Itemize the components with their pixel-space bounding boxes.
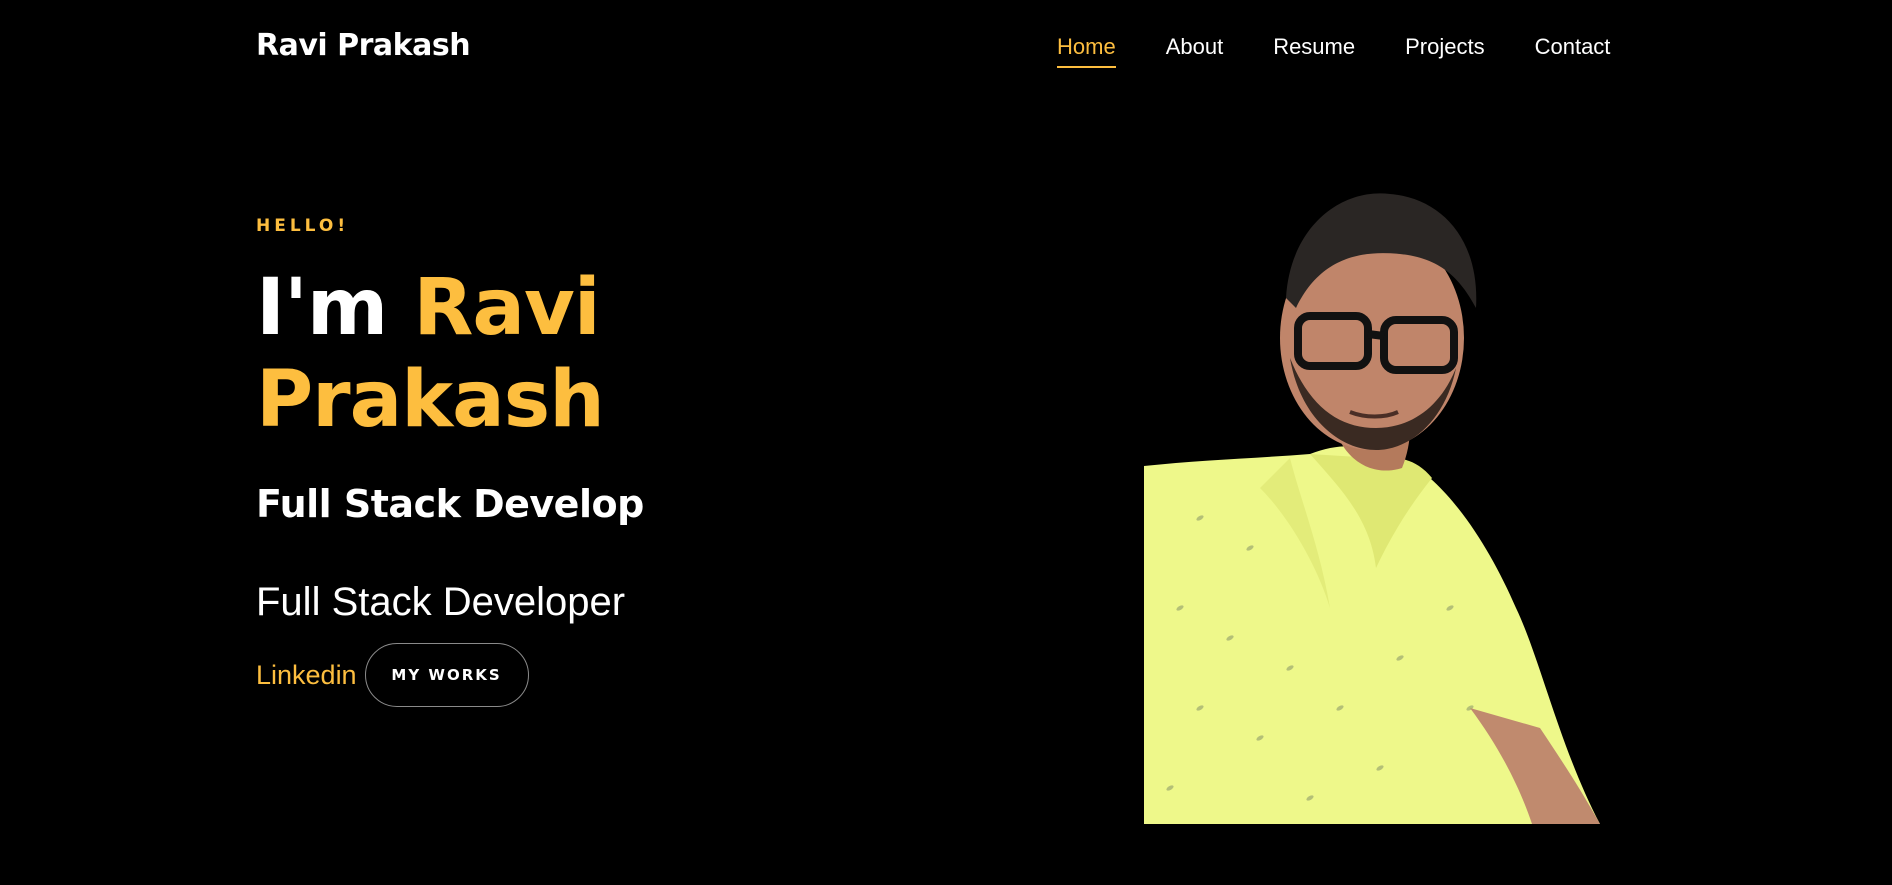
nav-about[interactable]: About — [1166, 34, 1224, 68]
nav-home[interactable]: Home — [1057, 34, 1116, 68]
hero-intro: I'm — [256, 263, 388, 353]
typing-text: Full Stack Develop — [256, 482, 644, 526]
my-works-button[interactable]: MY WORKS — [364, 643, 529, 707]
main-nav: Home About Resume Projects Contact — [1057, 34, 1610, 68]
nav-contact[interactable]: Contact — [1535, 34, 1611, 68]
hero-role: Full Stack Developer — [256, 580, 626, 624]
hero-headline: I'm Ravi Prakash — [256, 262, 605, 446]
nav-projects[interactable]: Projects — [1405, 34, 1484, 68]
hero-greeting: HELLO! — [256, 216, 350, 236]
profile-photo — [1144, 193, 1600, 824]
hero-last-name: Prakash — [256, 355, 605, 445]
linkedin-link[interactable]: Linkedin — [256, 660, 357, 691]
hero-actions: Linkedin MY WORKS — [256, 643, 529, 707]
hero-first-name: Ravi — [413, 263, 600, 353]
nav-resume[interactable]: Resume — [1273, 34, 1355, 68]
site-logo[interactable]: Ravi Prakash — [256, 28, 471, 63]
